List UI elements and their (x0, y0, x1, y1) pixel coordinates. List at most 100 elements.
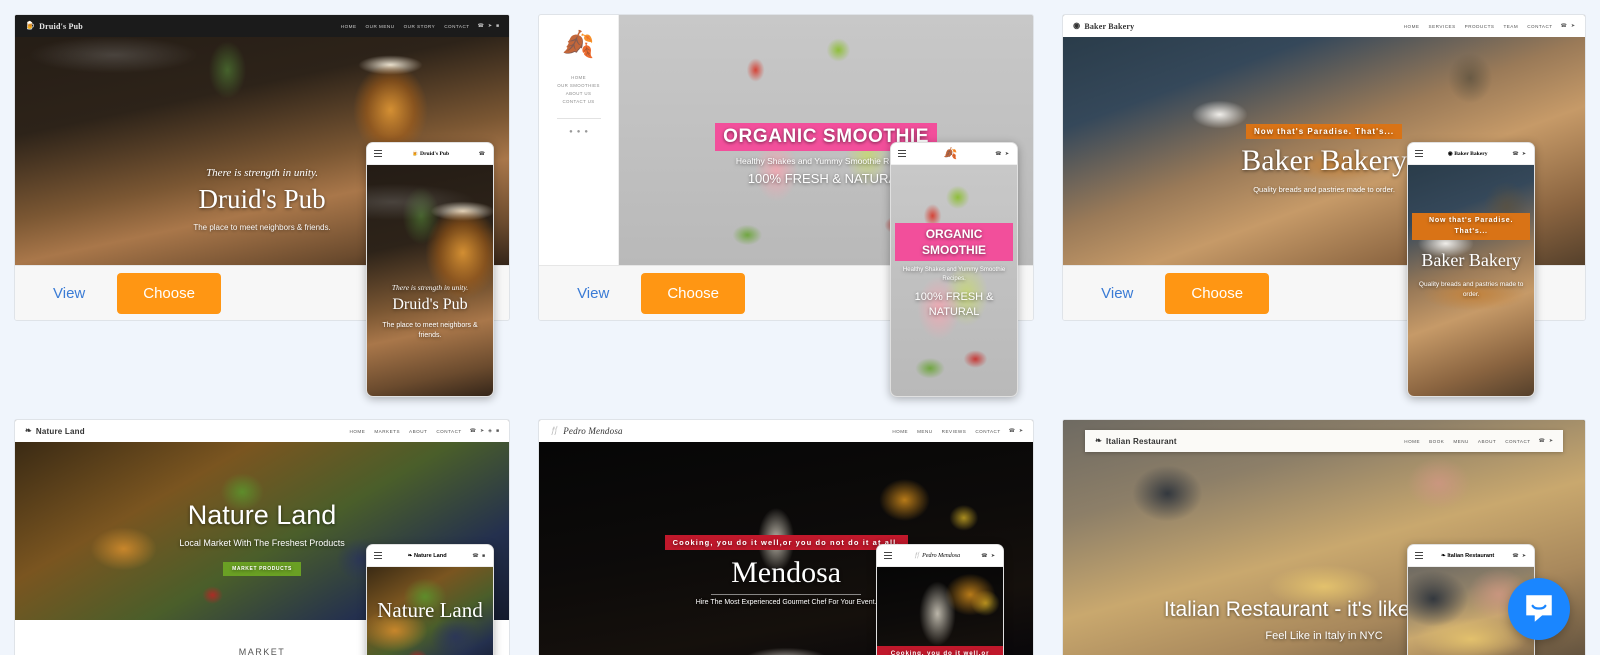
mobile-brand: 🍴 Pedro Mendosa (892, 552, 981, 559)
template-slot-baker-bakery: ◉ Baker Bakery HOME SERVICES PRODUCTS TE… (1062, 14, 1587, 397)
view-button[interactable]: View (577, 285, 609, 302)
leaf-icon: ❧ (25, 426, 32, 435)
nav-link: REVIEWS (941, 428, 967, 434)
hero-tagline: Now that's Paradise. That's... (1412, 213, 1531, 240)
site-nav-icons: ☎ ➤ ◈ ■ (470, 428, 499, 434)
site-nav-links: HOME MARKETS ABOUT CONTACT (350, 429, 462, 434)
nav-link: HOME (1404, 438, 1421, 444)
mobile-preview-druids-pub[interactable]: 🍺 Druid's Pub ☎ There is strength in uni… (366, 142, 494, 397)
template-slot-nature-land: MARKET ❧ Nature Land HOME MARKETS ABOUT … (14, 419, 538, 655)
mobile-brand: 🍂 (906, 147, 995, 160)
beer-glass-icon: 🍺 (25, 21, 36, 30)
hero-title: ORGANIC SMOOTHIE (895, 223, 1014, 262)
mobile-brand: 🍺 Druid's Pub (382, 151, 479, 157)
pasta-icon: ❧ (1095, 436, 1103, 445)
hamburger-menu-icon[interactable] (374, 552, 382, 559)
divider (556, 118, 601, 119)
mobile-preview-baker-bakery[interactable]: ◉ Baker Bakery ☎ ➤ Now that's Paradise. … (1407, 142, 1536, 397)
cutlery-icon: 🍴 (913, 553, 921, 559)
leaf-icon: ❧ (407, 552, 413, 559)
mobile-nav-bar: ❧ Nature Land ☎ ■ (367, 545, 493, 567)
beer-glass-icon: 🍺 (411, 150, 419, 157)
twitter-icon: ● (584, 129, 588, 135)
bread-icon: ◉ (1447, 150, 1453, 157)
template-slot-druids-pub: 🍺 Druid's Pub HOME OUR MENU OUR STORY CO… (14, 14, 538, 397)
mobile-brand-label: Pedro Mendosa (922, 553, 961, 559)
nav-link: OUR MENU (365, 23, 395, 29)
hamburger-menu-icon[interactable] (1415, 552, 1424, 559)
mobile-brand: ❧ Nature Land (382, 553, 472, 559)
hero-tagline: Cooking, you do it well,or you do not do… (877, 645, 1004, 655)
mobile-hero-copy: Nature Land (367, 597, 493, 624)
hero-tagline: There is strength in unity. (391, 283, 469, 292)
hero-tagline: Cooking, you do it well,or you do not do… (664, 535, 908, 550)
site-brand-pedro-mendosa: 🍴 Pedro Mendosa (549, 426, 623, 436)
mobile-preview-organic-smoothie[interactable]: 🍂 ☎ ➤ ORGANIC SMOOTHIE Healthy Shakes an… (890, 142, 1019, 397)
mobile-nav-icons: ☎ ➤ (1512, 150, 1528, 157)
phone-icon: ☎ (1560, 23, 1567, 29)
share-icon: ➤ (487, 23, 493, 29)
market-products-button[interactable]: MARKET PRODUCTS (223, 562, 301, 576)
nav-link: ABOUT US (565, 91, 592, 96)
site-nav-links: HOME BOOK MENU ABOUT CONTACT (1404, 439, 1530, 444)
phone-icon: ☎ (469, 428, 476, 434)
nav-link: OUR SMOOTHIES (557, 83, 600, 88)
hero-tagline: Now that's Paradise. That's... (1246, 124, 1403, 139)
site-brand-italian-restaurant: ❧ Italian Restaurant (1095, 437, 1177, 446)
site-brand-druids-pub: 🍺 Druid's Pub (25, 22, 83, 31)
mobile-hero-copy: Now that's Paradise. That's... Baker Bak… (1408, 213, 1534, 300)
site-brand-label: Druid's Pub (39, 21, 83, 31)
mobile-nav-bar: 🍺 Druid's Pub ☎ (367, 143, 493, 165)
choose-button[interactable]: Choose (117, 273, 221, 314)
instagram-icon: ● (576, 129, 581, 135)
hamburger-menu-icon[interactable] (1415, 150, 1424, 157)
site-nav-icons: ☎ ➤ ■ (478, 23, 499, 29)
hero-title: Druid's Pub (392, 296, 468, 313)
mobile-preview-pedro-mendosa[interactable]: 🍴 Pedro Mendosa ☎ ➤ Cooking, you do it w… (876, 544, 1005, 655)
hamburger-menu-icon[interactable] (374, 150, 382, 157)
hero-title: Nature Land (377, 598, 483, 622)
hero-image-mendosa (877, 567, 1004, 655)
nav-link: CONTACT US (562, 99, 595, 104)
site-nav-icons: ☎ ➤ (1009, 428, 1023, 434)
hero-subtitle-2: 100% FRESH & NATURAL (914, 291, 994, 318)
site-brand-nature-land: ❧ Nature Land (25, 427, 85, 436)
nav-link: CONTACT (975, 428, 1001, 434)
mobile-nav-icons: ☎ ➤ (1512, 552, 1528, 559)
mobile-hero: There is strength in unity. Druid's Pub … (367, 165, 493, 396)
site-brand-label: Baker Bakery (1084, 21, 1135, 31)
mobile-hero-copy: Cooking, you do it well,or you do not do… (877, 645, 1004, 655)
hero-subtitle: Healthy Shakes and Yummy Smoothie Recipe… (902, 267, 1006, 283)
view-button[interactable]: View (1101, 285, 1133, 302)
template-row-1: 🍺 Druid's Pub HOME OUR MENU OUR STORY CO… (14, 14, 1587, 397)
phone-icon: ☎ (478, 150, 486, 157)
hero-subtitle: The place to meet neighbors & friends. (382, 322, 478, 340)
hamburger-menu-icon[interactable] (898, 150, 907, 157)
hero-subtitle: Quality breads and pastries made to orde… (1418, 281, 1524, 299)
pasta-icon: ❧ (1441, 552, 1446, 559)
site-nav-links: HOME OUR MENU OUR STORY CONTACT (341, 24, 470, 29)
nav-link: OUR STORY (403, 23, 436, 29)
hero-image-pub (367, 165, 493, 396)
cart-icon: ■ (496, 23, 500, 29)
template-gallery: 🍺 Druid's Pub HOME OUR MENU OUR STORY CO… (0, 0, 1600, 655)
nav-link: BOOK (1429, 438, 1445, 444)
phone-icon: ☎ (477, 23, 484, 29)
mobile-brand-label: Druid's Pub (420, 150, 450, 157)
site-nav-links: HOME SERVICES PRODUCTS TEAM CONTACT (1404, 24, 1553, 29)
nav-link: HOME (571, 75, 586, 80)
choose-button[interactable]: Choose (641, 273, 746, 314)
nav-link: PRODUCTS (1464, 23, 1495, 29)
chat-launcher-button[interactable] (1508, 578, 1570, 640)
hamburger-menu-icon[interactable] (884, 552, 893, 559)
view-button[interactable]: View (53, 285, 85, 302)
bread-icon: ◉ (1073, 21, 1081, 30)
nav-link: ABOUT (409, 428, 428, 434)
mobile-preview-nature-land[interactable]: ❧ Nature Land ☎ ■ Nature Land (366, 544, 494, 655)
mobile-hero: Cooking, you do it well,or you do not do… (877, 567, 1004, 655)
mobile-nav-bar: ❧ Italian Restaurant ☎ ➤ (1408, 545, 1535, 567)
nav-link: CONTACT (444, 23, 470, 29)
nav-link: HOME (1403, 23, 1420, 29)
choose-button[interactable]: Choose (1165, 273, 1270, 314)
site-nav-icons: ☎ ➤ (1561, 23, 1575, 29)
